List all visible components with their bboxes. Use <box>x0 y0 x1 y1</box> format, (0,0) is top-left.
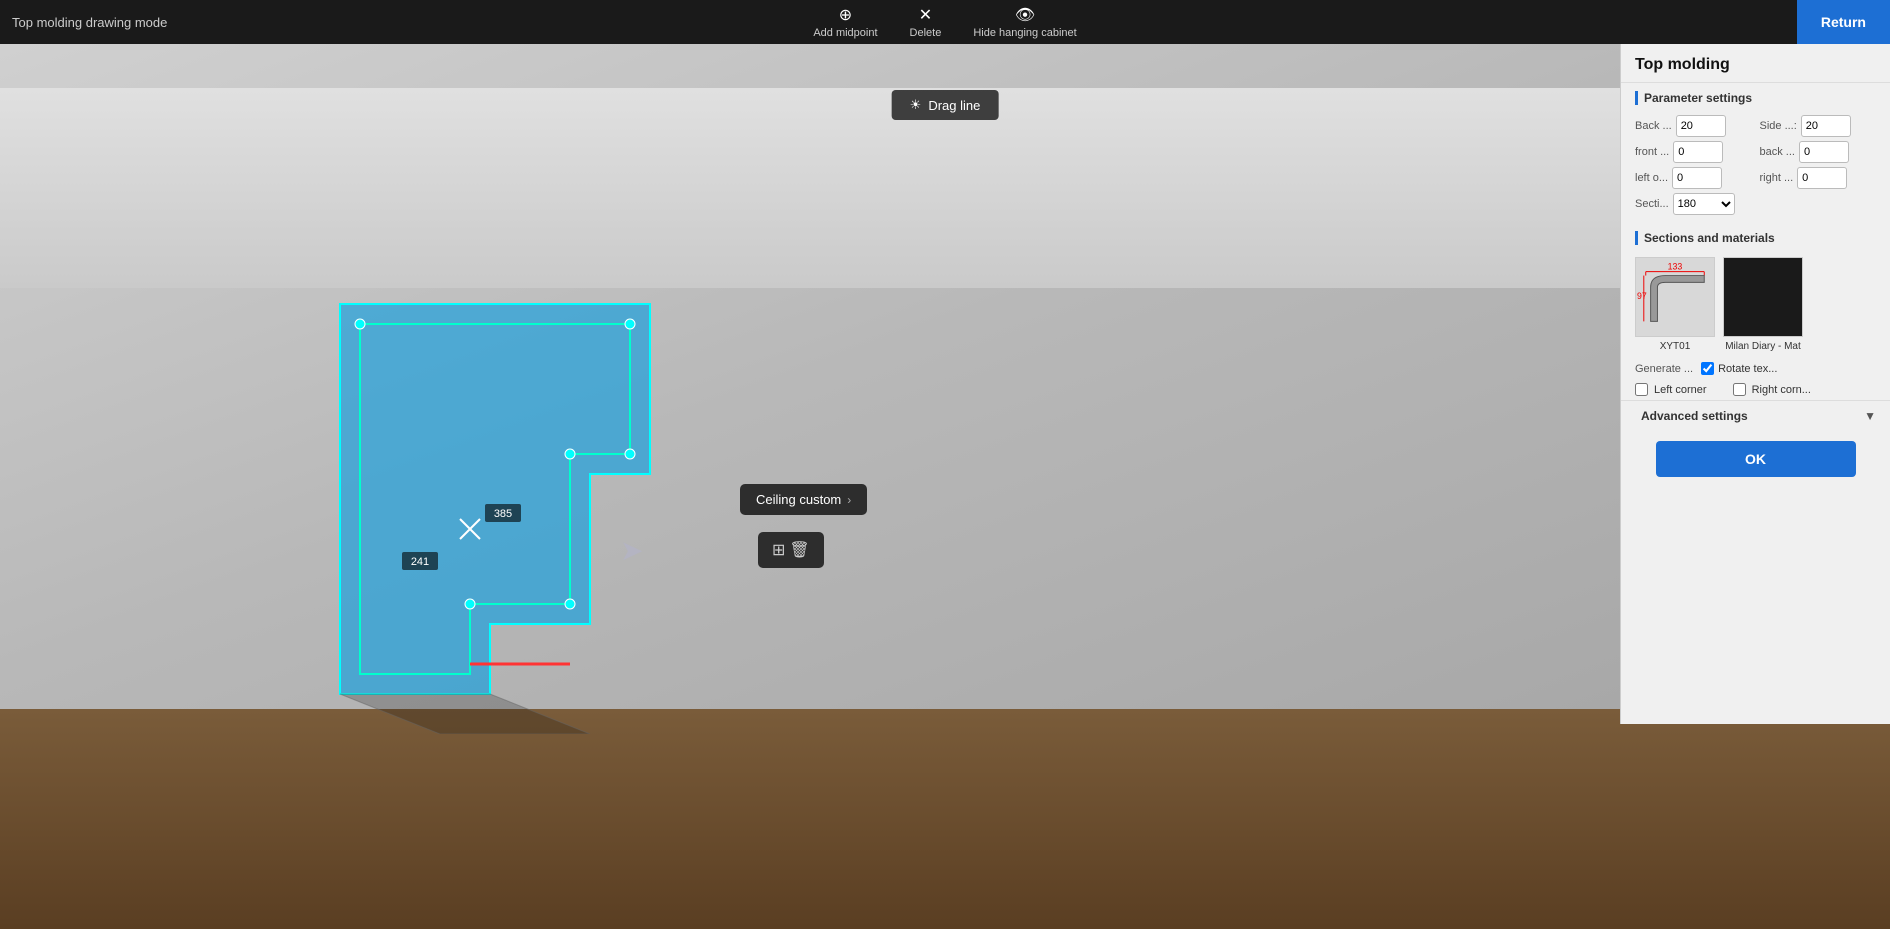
advanced-title: Advanced settings <box>1635 409 1748 423</box>
parameter-settings-header: Parameter settings <box>1621 83 1890 111</box>
direction-arrow: ➤ <box>620 534 643 567</box>
param-left: left o... <box>1635 167 1752 189</box>
material-card-1: 133 97 XYT01 <box>1635 257 1715 352</box>
param-grid: Back ... Side ...: front ... back ... le… <box>1621 111 1890 223</box>
param-back: Back ... <box>1635 115 1752 137</box>
delete-label: Delete <box>910 27 942 39</box>
advanced-settings-label: Advanced settings <box>1641 409 1748 423</box>
toolbar: Top molding drawing mode ⊕ Add midpoint … <box>0 0 1890 44</box>
back-label: Back ... <box>1635 120 1672 132</box>
ok-button[interactable]: OK <box>1656 441 1856 477</box>
ceiling-custom-popup[interactable]: Ceiling custom › <box>740 484 867 515</box>
hide-cabinet-icon: 👁 <box>1015 5 1035 25</box>
right-panel: Top molding Parameter settings Back ... … <box>1620 44 1890 724</box>
param-side: Side ...: <box>1760 115 1877 137</box>
drag-line-sun-icon: ☀ <box>910 97 922 113</box>
ceiling-custom-arrow-icon: › <box>847 493 851 507</box>
right-input[interactable] <box>1797 167 1847 189</box>
rotate-tex-checkbox[interactable] <box>1701 362 1714 375</box>
return-button[interactable]: Return <box>1797 0 1890 44</box>
front-param-label: front ... <box>1635 146 1669 158</box>
hide-cabinet-button[interactable]: 👁 Hide hanging cabinet <box>973 5 1076 39</box>
parameter-settings-label: Parameter settings <box>1644 91 1752 105</box>
right-corner-label: Right corn... <box>1752 384 1811 396</box>
trash-icon: 🗑 <box>789 540 809 560</box>
rotate-tex-label: Rotate tex... <box>1701 362 1777 375</box>
toolbar-center: ⊕ Add midpoint ✕ Delete 👁 Hide hanging c… <box>813 5 1076 39</box>
delete-item-popup[interactable]: ⊞ 🗑 <box>758 532 824 568</box>
param-front: front ... <box>1635 141 1752 163</box>
svg-text:241: 241 <box>411 556 429 568</box>
materials-row: 133 97 XYT01 Milan Diary - Mat <box>1621 251 1890 358</box>
svg-text:385: 385 <box>494 508 512 520</box>
param-section: Secti... 180 90 270 <box>1635 193 1752 215</box>
rotate-tex-text: Rotate tex... <box>1718 363 1777 375</box>
svg-text:133: 133 <box>1668 262 1683 272</box>
drag-line-button[interactable]: ☀ Drag line <box>892 90 999 120</box>
add-midpoint-label: Add midpoint <box>813 27 877 39</box>
param-right: right ... <box>1760 167 1877 189</box>
left-corner-option: Left corner Right corn... <box>1635 383 1876 396</box>
material-2-name: Milan Diary - Mat <box>1723 341 1803 352</box>
generate-button[interactable]: Generate ... <box>1635 363 1693 375</box>
add-midpoint-icon: ⊕ <box>839 5 852 25</box>
section-select[interactable]: 180 90 270 <box>1673 193 1735 215</box>
corner-options: Left corner Right corn... <box>1621 379 1890 400</box>
material-1-name: XYT01 <box>1635 341 1715 352</box>
chevron-down-icon: ▼ <box>1864 409 1876 423</box>
drag-line-label: Drag line <box>928 98 980 113</box>
delete-button[interactable]: ✕ Delete <box>910 5 942 39</box>
advanced-settings-section[interactable]: Advanced settings ▼ <box>1621 400 1890 431</box>
ceiling-custom-label: Ceiling custom <box>756 492 841 507</box>
section-bar2 <box>1635 231 1638 245</box>
delete-icon: ✕ <box>919 5 932 25</box>
side-input[interactable] <box>1801 115 1851 137</box>
sections-materials-header: Sections and materials <box>1621 223 1890 251</box>
back2-input[interactable] <box>1799 141 1849 163</box>
viewport: ☀ Drag line 385 241 <box>0 44 1890 929</box>
left-input[interactable] <box>1672 167 1722 189</box>
right-corner-checkbox[interactable] <box>1733 383 1746 396</box>
left-corner-label: Left corner <box>1654 384 1707 396</box>
back2-label: back ... <box>1760 146 1795 158</box>
right-label: right ... <box>1760 172 1794 184</box>
panel-title: Top molding <box>1621 44 1890 83</box>
add-midpoint-button[interactable]: ⊕ Add midpoint <box>813 5 877 39</box>
left-corner-checkbox[interactable] <box>1635 383 1648 396</box>
material-preview-1[interactable]: 133 97 <box>1635 257 1715 337</box>
material-card-2: Milan Diary - Mat <box>1723 257 1803 352</box>
side-label: Side ...: <box>1760 120 1797 132</box>
material-preview-2[interactable] <box>1723 257 1803 337</box>
back-input[interactable] <box>1676 115 1726 137</box>
hide-cabinet-label: Hide hanging cabinet <box>973 27 1076 39</box>
mode-title: Top molding drawing mode <box>0 15 167 30</box>
sections-materials-label: Sections and materials <box>1644 231 1775 245</box>
delete-small-icon: ⊞ <box>772 540 785 560</box>
generate-row: Generate ... Rotate tex... <box>1621 358 1890 379</box>
param-back2: back ... <box>1760 141 1877 163</box>
svg-text:97: 97 <box>1637 291 1647 301</box>
section-bar <box>1635 91 1638 105</box>
section-label: Secti... <box>1635 198 1669 210</box>
molding-shape: 385 241 <box>280 274 700 734</box>
left-label: left o... <box>1635 172 1668 184</box>
floor <box>0 709 1890 929</box>
front-input[interactable] <box>1673 141 1723 163</box>
